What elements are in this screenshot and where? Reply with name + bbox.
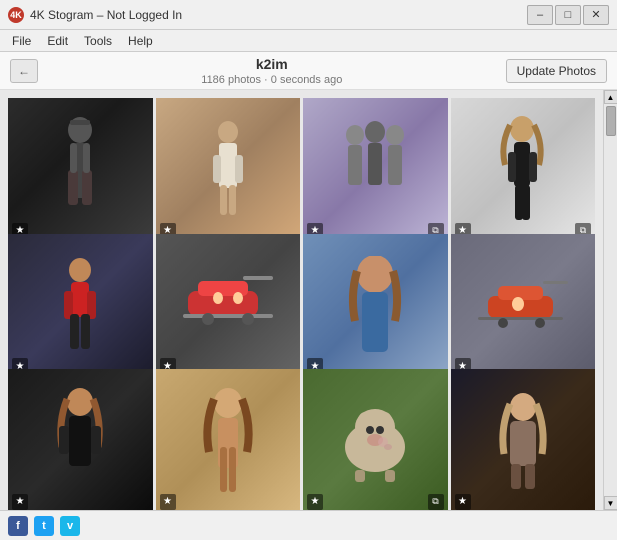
photo-image (8, 369, 153, 510)
photo-image (451, 98, 596, 243)
scroll-up-arrow[interactable]: ▲ (604, 90, 617, 104)
title-bar: 4K 4K Stogram – Not Logged In – □ ✕ (0, 0, 617, 30)
facebook-icon[interactable]: f (8, 516, 28, 536)
star-icon[interactable]: ★ (455, 494, 471, 510)
photo-cell[interactable]: ★ (451, 369, 596, 510)
app-icon: 4K (8, 7, 24, 23)
photo-cell[interactable]: ★ (156, 234, 301, 379)
status-bar: f t v (0, 510, 617, 540)
back-button[interactable]: ← (10, 59, 38, 83)
window-controls: – □ ✕ (527, 5, 609, 25)
gallery-icon: ⧉ (428, 494, 444, 510)
scrollbar[interactable]: ▲ ▼ (603, 90, 617, 510)
scroll-thumb[interactable] (606, 106, 616, 136)
photo-cell[interactable]: ★ (156, 98, 301, 243)
vimeo-icon[interactable]: v (60, 516, 80, 536)
menu-tools[interactable]: Tools (76, 32, 120, 50)
photo-image (451, 234, 596, 379)
photo-image (8, 98, 153, 243)
photo-cell[interactable]: ★ (451, 234, 596, 379)
photo-cell[interactable]: ★⧉ (303, 369, 448, 510)
photo-overlay: ★ (160, 494, 297, 510)
photo-image (156, 234, 301, 379)
menu-edit[interactable]: Edit (39, 32, 76, 50)
menu-file[interactable]: File (4, 32, 39, 50)
twitter-icon[interactable]: t (34, 516, 54, 536)
photo-image (451, 369, 596, 510)
photo-cell[interactable]: ★ (303, 234, 448, 379)
photo-image (8, 234, 153, 379)
menu-help[interactable]: Help (120, 32, 161, 50)
star-icon[interactable]: ★ (12, 494, 28, 510)
close-button[interactable]: ✕ (583, 5, 609, 25)
profile-meta: 1186 photos · 0 seconds ago (201, 74, 342, 86)
profile-info: k2im 1186 photos · 0 seconds ago (48, 56, 496, 86)
star-icon[interactable]: ★ (307, 494, 323, 510)
update-photos-button[interactable]: Update Photos (506, 59, 607, 83)
maximize-button[interactable]: □ (555, 5, 581, 25)
photo-cell[interactable]: ★ (156, 369, 301, 510)
minimize-button[interactable]: – (527, 5, 553, 25)
photo-overlay: ★ (12, 494, 149, 510)
photo-image (303, 98, 448, 243)
profile-name: k2im (48, 56, 496, 72)
scroll-down-arrow[interactable]: ▼ (604, 496, 617, 510)
photo-image (303, 234, 448, 379)
photo-overlay: ★⧉ (307, 494, 444, 510)
photo-cell[interactable]: ★ (8, 369, 153, 510)
photo-cell[interactable]: ★⧉ (451, 98, 596, 243)
photo-cell[interactable]: ★ (8, 234, 153, 379)
toolbar: ← k2im 1186 photos · 0 seconds ago Updat… (0, 52, 617, 90)
star-icon[interactable]: ★ (160, 494, 176, 510)
photo-image (156, 369, 301, 510)
photo-image (303, 369, 448, 510)
photo-cell[interactable]: ★⧉ (303, 98, 448, 243)
main-content: ★★★⧉★⧉★★★★★★★⧉★ ▲ ▼ (0, 90, 617, 510)
photo-cell[interactable]: ★ (8, 98, 153, 243)
photo-overlay: ★ (455, 494, 592, 510)
window-title: 4K Stogram – Not Logged In (30, 8, 527, 22)
photo-image (156, 98, 301, 243)
menu-bar: File Edit Tools Help (0, 30, 617, 52)
scroll-track[interactable] (604, 104, 617, 496)
photo-grid: ★★★⧉★⧉★★★★★★★⧉★ (0, 90, 603, 510)
